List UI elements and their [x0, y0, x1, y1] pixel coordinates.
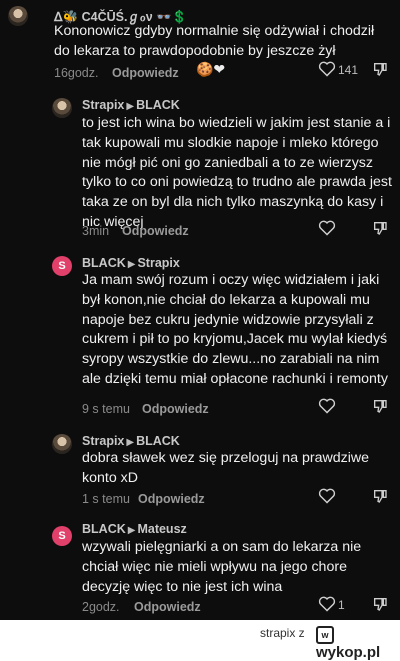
comment-author[interactable]: BLACK ▶ Strapix — [82, 256, 180, 270]
dislike-icon[interactable] — [372, 398, 388, 414]
reply-button[interactable]: Odpowiedz — [138, 492, 205, 506]
wykop-icon: w — [316, 626, 334, 644]
comment-text: Ja mam swój rozum i oczy więc widziałem … — [82, 272, 388, 387]
comment-time: 9 s temu — [82, 402, 130, 416]
heart-icon[interactable] — [318, 61, 336, 77]
dislike-icon[interactable] — [372, 596, 388, 612]
comment-time: 3min — [82, 224, 110, 238]
avatar[interactable] — [52, 434, 72, 454]
avatar[interactable] — [8, 6, 28, 26]
reply-button[interactable]: Odpowiedz — [122, 224, 189, 238]
comment-time: 2godz. — [82, 600, 120, 614]
comment-time: 1 s temu — [82, 492, 130, 506]
heart-icon[interactable] — [318, 488, 336, 504]
comment-time: 16godz. — [54, 66, 99, 80]
like-count: 1 — [338, 598, 345, 612]
comment-text: Kononowicz gdyby normalnie się odżywiał … — [54, 23, 375, 59]
dislike-icon[interactable] — [372, 61, 388, 77]
comment-author[interactable]: Strapix ▶ BLACK — [82, 98, 180, 112]
avatar[interactable] — [52, 98, 72, 118]
watermark-user: strapix z — [260, 626, 305, 640]
reply-arrow-icon: ▶ — [126, 437, 135, 448]
comment-text: to jest ich wina bo wiedzieli w jakim je… — [82, 115, 392, 230]
comment-text: dobra sławek wez się przeloguj na prawdz… — [82, 450, 370, 486]
dislike-icon[interactable] — [372, 220, 388, 236]
reply-button[interactable]: Odpowiedz — [142, 402, 209, 416]
avatar[interactable]: S — [52, 526, 72, 546]
reply-arrow-icon: ▶ — [126, 101, 135, 112]
reply-arrow-icon: ▶ — [127, 259, 136, 270]
like-count: 141 — [338, 63, 359, 77]
avatar[interactable]: S — [52, 256, 72, 276]
wykop-logo: wwykop.pl — [316, 623, 400, 661]
dislike-icon[interactable] — [372, 488, 388, 504]
comment-author[interactable]: Strapix ▶ BLACK — [82, 434, 180, 448]
heart-icon[interactable] — [318, 596, 336, 612]
watermark-bar: strapix z wwykop.pl — [0, 620, 400, 661]
comment-author[interactable]: BLACK ▶ Mateusz — [82, 522, 187, 536]
reply-button[interactable]: Odpowiedz — [134, 600, 201, 614]
reply-button[interactable]: Odpowiedz — [112, 66, 179, 80]
comment-text: wzywali pielęgniarki a on sam do lekarza… — [82, 539, 362, 595]
comment-thread: ᐃ🐝 C4ČŪŚ.ℊℴν 👓💲 Kononowicz gdyby normaln… — [0, 0, 400, 620]
creator-like-icon: 🍪❤ — [196, 61, 226, 77]
heart-icon[interactable] — [318, 398, 336, 414]
heart-icon[interactable] — [318, 220, 336, 236]
reply-arrow-icon: ▶ — [127, 525, 136, 536]
